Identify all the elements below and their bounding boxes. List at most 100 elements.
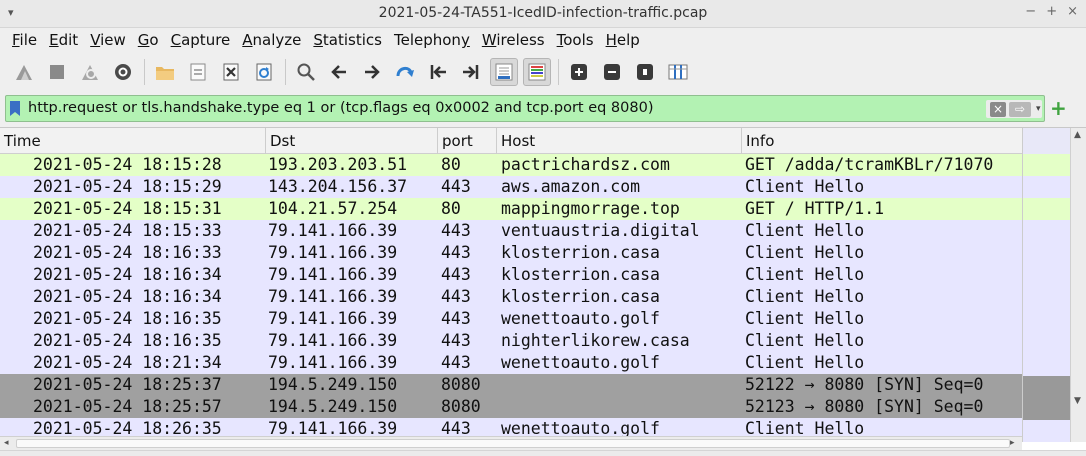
menu-item[interactable]: Go — [132, 31, 165, 49]
menu-item[interactable]: View — [84, 31, 132, 49]
maximize-icon[interactable]: + — [1046, 4, 1057, 19]
packet-cell-host: pactrichardsz.com — [501, 155, 670, 174]
packet-row[interactable]: 2021-05-24 18:25:57 194.5.249.150 8080 5212… — [0, 396, 1022, 418]
packet-row[interactable]: 2021-05-24 18:21:34 79.141.166.39 443 wenet… — [0, 352, 1022, 374]
find-icon[interactable] — [292, 58, 320, 86]
menu-item-label: nalyze — [252, 31, 302, 49]
packet-cell-dst: 143.204.156.37 — [268, 177, 408, 196]
menu-item-label: apture — [181, 31, 231, 49]
zoom-out-icon[interactable] — [598, 58, 626, 86]
clear-filter-icon[interactable]: × — [990, 101, 1006, 117]
menu-item[interactable]: Wireless — [476, 31, 551, 49]
restart-icon[interactable] — [76, 58, 104, 86]
horizontal-scroll-thumb[interactable] — [16, 439, 1010, 448]
zoom-in-icon[interactable] — [565, 58, 593, 86]
go-to-packet-icon[interactable] — [391, 58, 419, 86]
minimap-mark — [1023, 176, 1071, 199]
menu-item[interactable]: Statistics — [307, 31, 388, 49]
menu-item-mnemonic: H — [605, 31, 617, 49]
packet-row[interactable]: 2021-05-24 18:16:35 79.141.166.39 443 night… — [0, 330, 1022, 352]
packet-cell-host: wenettoauto.golf — [501, 309, 660, 328]
packet-cell-time: 2021-05-24 18:16:35 — [33, 331, 222, 350]
autoscroll-icon[interactable] — [490, 58, 518, 86]
menu-item[interactable]: Capture — [165, 31, 237, 49]
packet-row[interactable]: 2021-05-24 18:15:29 143.204.156.37 443 aws.… — [0, 176, 1022, 198]
packet-row[interactable]: 2021-05-24 18:15:31 104.21.57.254 80 mappin… — [0, 198, 1022, 220]
packet-row[interactable]: 2021-05-24 18:15:28 193.203.203.51 80 pactr… — [0, 154, 1022, 176]
resize-columns-icon[interactable] — [664, 58, 692, 86]
minimap-mark — [1023, 419, 1071, 442]
column-header-time[interactable]: Time — [0, 128, 266, 154]
filter-text[interactable]: http.request or tls.handshake.type eq 1 … — [28, 100, 654, 116]
normal-size-icon[interactable] — [631, 58, 659, 86]
packet-cell-dst: 79.141.166.39 — [268, 331, 398, 350]
display-filter-input[interactable]: http.request or tls.handshake.type eq 1 … — [5, 95, 1045, 122]
menu-item[interactable]: Analyze — [236, 31, 307, 49]
packet-cell-host: klosterrion.casa — [501, 243, 660, 262]
add-filter-button-icon[interactable]: + — [1050, 98, 1067, 118]
column-header-info[interactable]: Info — [742, 128, 1022, 154]
open-folder-icon[interactable] — [151, 58, 179, 86]
menu-item-label: ile — [19, 31, 38, 49]
capture-options-icon[interactable] — [109, 58, 137, 86]
packet-cell-time: 2021-05-24 18:25:57 — [33, 397, 222, 416]
last-packet-icon[interactable] — [457, 58, 485, 86]
packet-row[interactable]: 2021-05-24 18:16:33 79.141.166.39 443 klost… — [0, 242, 1022, 264]
menu-item[interactable]: Help — [600, 31, 646, 49]
save-file-icon[interactable] — [184, 58, 212, 86]
menu-item-label: ireless — [496, 31, 545, 49]
scroll-left-icon[interactable]: ◂ — [4, 437, 9, 450]
close-icon[interactable]: × — [1067, 4, 1078, 19]
packet-cell-port: 443 — [441, 287, 471, 306]
packet-cell-dst: 79.141.166.39 — [268, 221, 398, 240]
recent-filters-dropdown-icon[interactable]: ▾ — [1036, 104, 1041, 114]
packet-cell-time: 2021-05-24 18:16:35 — [33, 309, 222, 328]
packet-list-header: Time Dst port Host Info — [0, 128, 1022, 154]
menu-item[interactable]: Telephony — [388, 31, 476, 49]
shark-fin-start-icon[interactable] — [10, 58, 38, 86]
display-filter-bar: http.request or tls.handshake.type eq 1 … — [0, 94, 1086, 124]
packet-row[interactable]: 2021-05-24 18:16:35 79.141.166.39 443 wenet… — [0, 308, 1022, 330]
reload-icon[interactable] — [250, 58, 278, 86]
packet-cell-port: 8080 — [441, 397, 481, 416]
packet-cell-time: 2021-05-24 18:25:37 — [33, 375, 222, 394]
back-arrow-icon[interactable] — [325, 58, 353, 86]
pane-splitter[interactable] — [0, 450, 1086, 456]
packet-row[interactable]: 2021-05-24 18:16:34 79.141.166.39 443 klost… — [0, 286, 1022, 308]
packet-cell-host: klosterrion.casa — [501, 287, 660, 306]
menu-item-mnemonic: C — [170, 31, 182, 49]
scroll-right-icon[interactable]: ▸ — [1010, 437, 1015, 450]
filter-bookmark-icon[interactable] — [10, 101, 20, 116]
minimap-mark — [1023, 264, 1071, 287]
apply-filter-icon[interactable]: ⇨ — [1009, 101, 1031, 117]
packet-cell-port: 443 — [441, 309, 471, 328]
forward-arrow-icon[interactable] — [358, 58, 386, 86]
stop-icon[interactable] — [43, 58, 71, 86]
packet-minimap[interactable] — [1022, 128, 1071, 442]
close-file-icon[interactable] — [217, 58, 245, 86]
packet-cell-dst: 79.141.166.39 — [268, 287, 398, 306]
colorize-icon[interactable] — [523, 58, 551, 86]
menu-item[interactable]: Edit — [43, 31, 84, 49]
menu-item-label: elp — [616, 31, 640, 49]
title-bar: ▾ 2021-05-24-TA551-IcedID-infection-traf… — [0, 0, 1086, 28]
menu-item[interactable]: File — [6, 31, 43, 49]
packet-row[interactable]: 2021-05-24 18:25:37 194.5.249.150 8080 5212… — [0, 374, 1022, 396]
vertical-scrollbar[interactable]: ▲ ▼ — [1070, 128, 1086, 442]
packet-row[interactable]: 2021-05-24 18:16:34 79.141.166.39 443 klost… — [0, 264, 1022, 286]
packet-row[interactable]: 2021-05-24 18:15:33 79.141.166.39 443 ventu… — [0, 220, 1022, 242]
packet-cell-port: 8080 — [441, 375, 481, 394]
minimap-mark — [1023, 309, 1071, 332]
scroll-up-icon[interactable]: ▲ — [1074, 130, 1081, 140]
packet-cell-info: Client Hello — [745, 331, 865, 350]
first-packet-icon[interactable] — [424, 58, 452, 86]
column-header-dst[interactable]: Dst — [266, 128, 438, 154]
minimize-icon[interactable]: − — [1025, 4, 1036, 19]
column-header-port[interactable]: port — [438, 128, 497, 154]
horizontal-scrollbar[interactable]: ◂ ▸ — [0, 436, 1022, 450]
column-header-host[interactable]: Host — [497, 128, 742, 154]
scroll-down-icon[interactable]: ▼ — [1074, 396, 1081, 406]
packet-cell-info: Client Hello — [745, 243, 865, 262]
packet-cell-time: 2021-05-24 18:16:34 — [33, 265, 222, 284]
menu-item[interactable]: Tools — [551, 31, 600, 49]
